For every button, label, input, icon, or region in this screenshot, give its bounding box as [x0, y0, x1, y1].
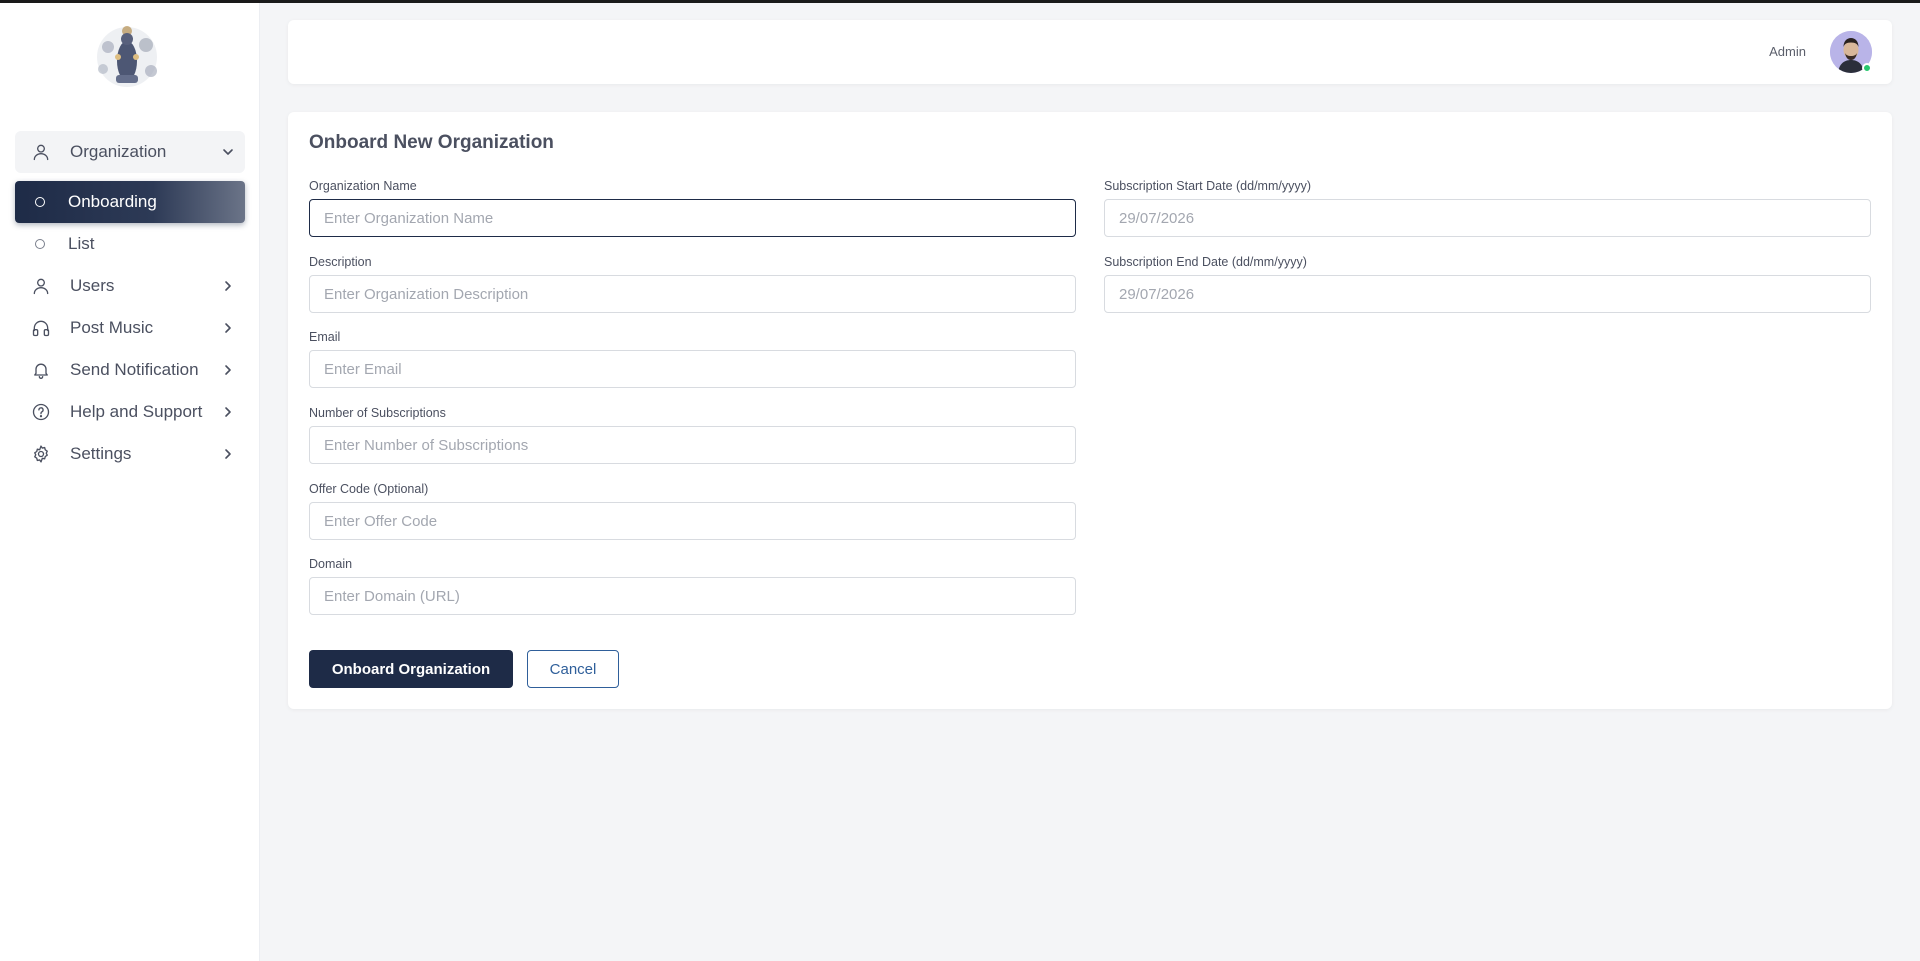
sidebar-item-label: Help and Support	[70, 402, 203, 421]
online-status-dot	[1862, 63, 1872, 73]
end-date-group: Subscription End Date (dd/mm/yyyy)	[1104, 254, 1871, 313]
domain-input[interactable]	[309, 577, 1076, 615]
sidebar-item-settings[interactable]: Settings	[15, 433, 245, 475]
circle-icon	[35, 239, 45, 249]
app-logo[interactable]	[78, 17, 176, 93]
sidebar-item-label: Organization	[70, 142, 167, 161]
bell-icon	[30, 359, 52, 381]
sidebar-subitem-onboarding[interactable]: Onboarding	[15, 181, 245, 223]
headphones-icon	[30, 317, 52, 339]
sidebar: Organization Onboarding List Users Post …	[0, 3, 260, 961]
chevron-down-icon	[221, 145, 235, 159]
subscriptions-label: Number of Subscriptions	[309, 406, 446, 420]
sidebar-item-send-notification[interactable]: Send Notification	[15, 349, 245, 391]
chevron-right-icon	[221, 405, 235, 419]
cancel-button[interactable]: Cancel	[527, 650, 619, 688]
domain-group: Domain	[309, 556, 1076, 615]
org-name-group: Organization Name	[309, 178, 1076, 237]
chevron-right-icon	[221, 321, 235, 335]
chevron-right-icon	[221, 279, 235, 293]
domain-label: Domain	[309, 557, 353, 571]
sidebar-subitem-list[interactable]: List	[15, 223, 245, 265]
description-input[interactable]	[309, 275, 1076, 313]
user-name-label[interactable]: Admin	[1769, 44, 1806, 59]
subscriptions-input[interactable]	[309, 426, 1076, 464]
sidebar-item-label: Settings	[70, 444, 132, 463]
sidebar-item-label: Onboarding	[68, 192, 157, 211]
offer-code-group: Offer Code (Optional)	[309, 481, 1076, 540]
sidebar-item-label: Post Music	[70, 318, 154, 337]
sidebar-item-help-and-support[interactable]: Help and Support	[15, 391, 245, 433]
offer-code-input[interactable]	[309, 502, 1076, 540]
sidebar-item-post-music[interactable]: Post Music	[15, 307, 245, 349]
org-name-input[interactable]	[309, 199, 1076, 237]
chevron-right-icon	[221, 363, 235, 377]
org-name-label: Organization Name	[309, 179, 417, 193]
user-icon	[30, 141, 52, 163]
subscriptions-group: Number of Subscriptions	[309, 405, 1076, 464]
gear-icon	[30, 443, 52, 465]
top-border	[0, 0, 1920, 3]
sidebar-item-label: Send Notification	[70, 360, 199, 379]
top-header: Admin	[288, 20, 1892, 84]
onboard-organization-button[interactable]: Onboard Organization	[309, 650, 513, 688]
offer-code-label: Offer Code (Optional)	[309, 482, 429, 496]
email-input[interactable]	[309, 350, 1076, 388]
sidebar-item-organization[interactable]: Organization	[15, 131, 245, 173]
page-title: Onboard New Organization	[309, 132, 554, 153]
start-date-group: Subscription Start Date (dd/mm/yyyy)	[1104, 178, 1871, 237]
end-date-input[interactable]	[1104, 275, 1871, 313]
sidebar-item-label: Users	[70, 276, 115, 295]
email-group: Email	[309, 329, 1076, 388]
help-circle-icon	[30, 401, 52, 423]
description-label: Description	[309, 255, 372, 269]
sidebar-nav: Organization Onboarding List Users Post …	[15, 131, 245, 475]
email-label: Email	[309, 330, 341, 344]
start-date-label: Subscription Start Date (dd/mm/yyyy)	[1104, 179, 1312, 193]
onboard-organization-card: Onboard New Organization Organization Na…	[288, 112, 1892, 709]
circle-icon	[35, 197, 45, 207]
sidebar-item-label: List	[68, 234, 95, 253]
description-group: Description	[309, 254, 1076, 313]
user-icon	[30, 275, 52, 297]
start-date-input[interactable]	[1104, 199, 1871, 237]
end-date-label: Subscription End Date (dd/mm/yyyy)	[1104, 255, 1307, 269]
sidebar-item-users[interactable]: Users	[15, 265, 245, 307]
chevron-right-icon	[221, 447, 235, 461]
